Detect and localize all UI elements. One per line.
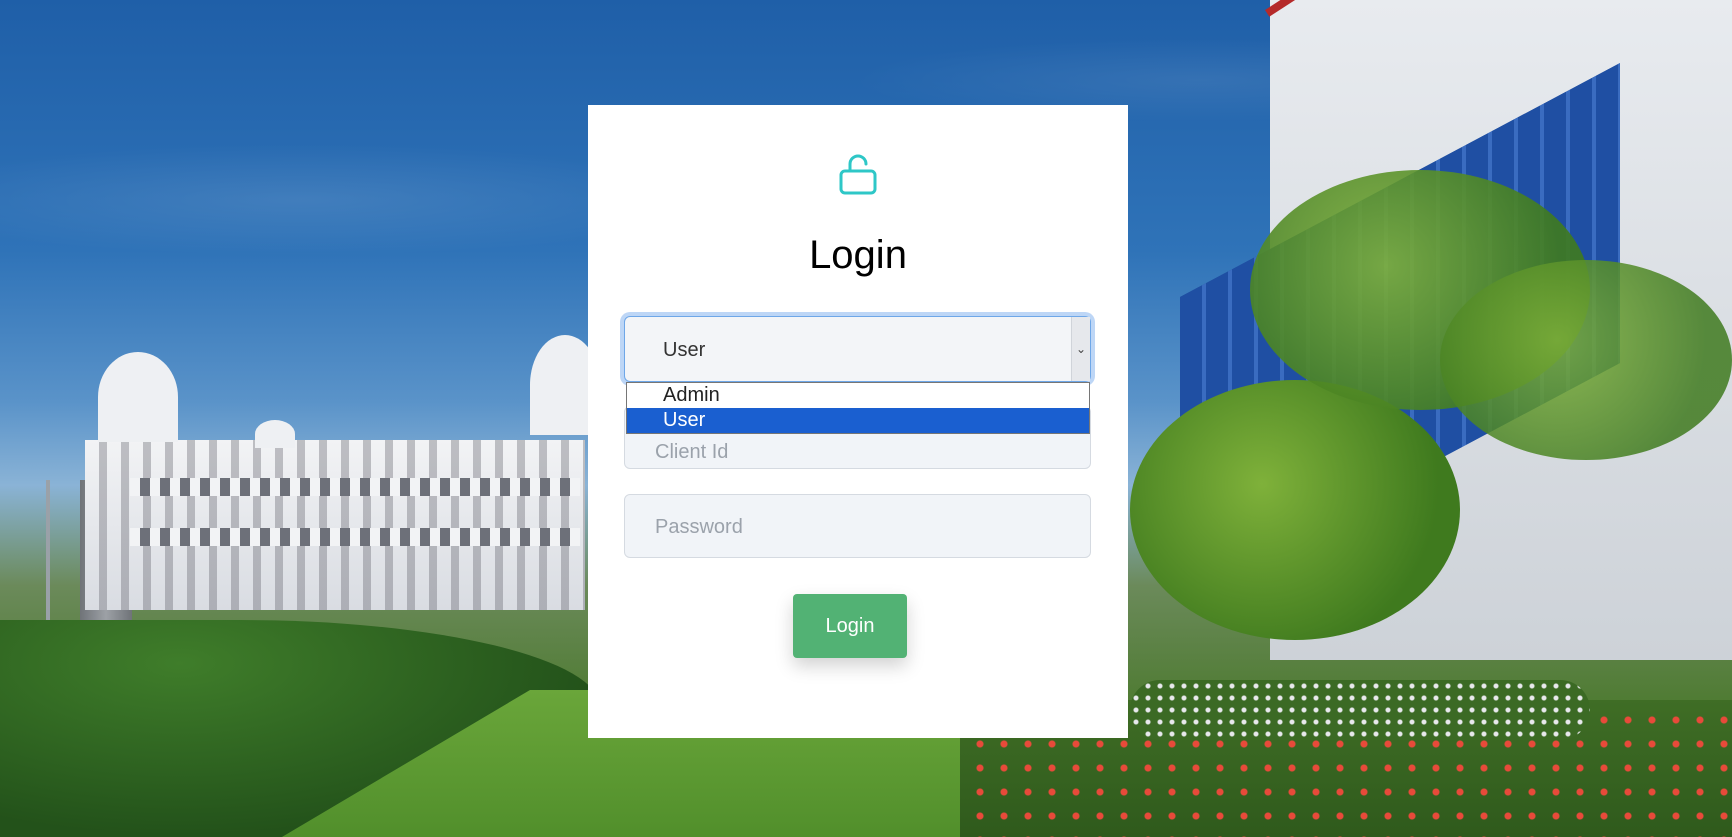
palace-windows — [130, 478, 580, 496]
street-lamp — [46, 480, 50, 620]
login-title: Login — [809, 233, 907, 277]
palace-dome — [98, 352, 178, 442]
login-card: Login User ⌄ Admin User Client Id Passwo… — [588, 105, 1128, 738]
tree — [1130, 380, 1460, 640]
role-option-user[interactable]: User — [627, 408, 1089, 433]
client-id-placeholder: Client Id — [655, 441, 729, 463]
login-screen: Login User ⌄ Admin User Client Id Passwo… — [0, 0, 1732, 837]
tree — [1440, 260, 1732, 460]
role-option-admin[interactable]: Admin — [627, 383, 1089, 408]
password-placeholder: Password — [655, 516, 743, 538]
login-button[interactable]: Login — [793, 594, 907, 658]
role-select-value: User — [663, 339, 706, 361]
palace-dome — [255, 420, 295, 448]
password-field[interactable]: Password — [624, 494, 1091, 558]
flower-bed — [1130, 680, 1590, 740]
chevron-down-icon[interactable]: ⌄ — [1071, 317, 1090, 381]
palace-windows — [130, 528, 580, 546]
role-select[interactable]: User ⌄ — [624, 316, 1091, 382]
role-dropdown-list: Admin User — [626, 382, 1090, 434]
palace-building — [85, 440, 585, 610]
unlock-icon — [839, 154, 877, 195]
